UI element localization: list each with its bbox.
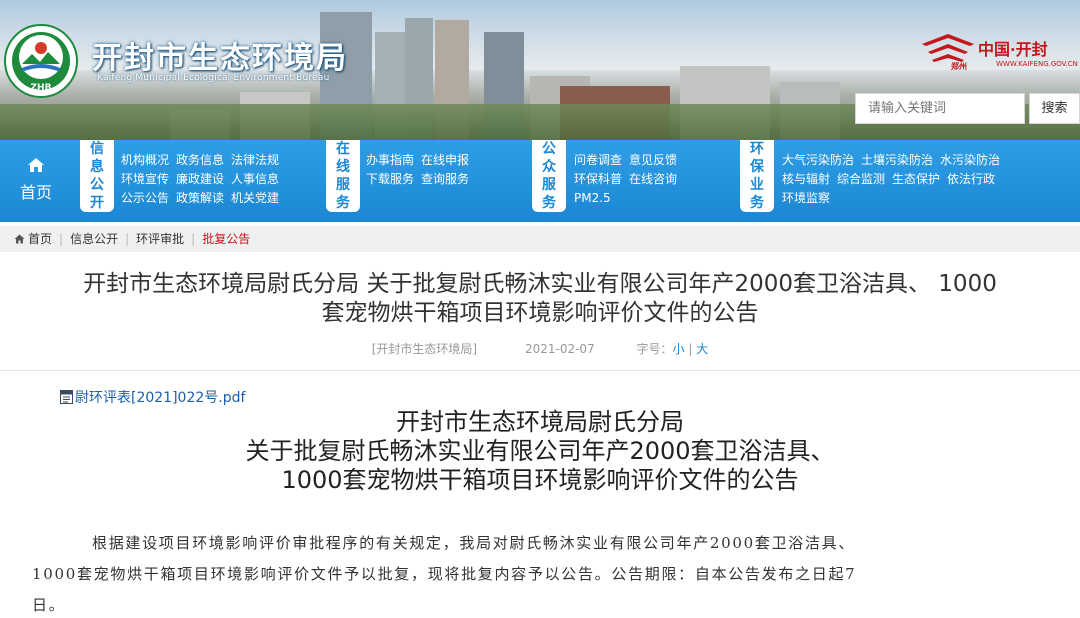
nav-link[interactable]: PM2.5 [574,191,611,205]
nav-tag-char: 信 [90,141,104,157]
nav-tag-char: 公 [90,177,104,193]
document-title-line: 关于批复尉氏畅沐实业有限公司年产2000套卫浴洁具、 [245,437,835,465]
nav-tag-info-disclosure[interactable]: 信 息 公 开 [80,140,114,212]
font-size-separator: | [684,342,697,356]
nav-tag-online-service[interactable]: 在 线 服 务 [326,140,360,212]
page-title: 开封市生态环境局尉氏分局 关于批复尉氏畅沐实业有限公司年产2000套卫浴洁具、 … [10,270,1070,328]
nav-home-label: 首页 [19,183,52,202]
nav-tag-char: 在 [336,141,350,157]
nav-link[interactable]: 公示公告 [121,191,169,205]
home-icon [28,158,44,172]
site-subtitle: Kaifeng Municipal Ecological Environment… [97,73,330,83]
nav-link[interactable]: 综合监测 [837,172,885,186]
nav-tag-char: 开 [90,195,104,211]
font-large-button[interactable]: 大 [696,342,708,356]
nav-tag-char: 务 [542,195,556,211]
nav-tag-char: 务 [750,195,764,211]
nav-link[interactable]: 机关党建 [231,191,279,205]
nav-link[interactable]: 土壤污染防治 [861,153,933,167]
nav-home[interactable]: 首页 [0,140,72,222]
site-title[interactable]: 开封市生态环境局 [92,33,348,77]
nav-link[interactable]: 环境宣传 [121,172,169,186]
article-meta: [开封市生态环境局] 2021-02-07 字号：小 | 大 [0,340,1080,357]
nav-link[interactable]: 在线咨询 [629,172,677,186]
body-line: 根据建设项目环境影响评价审批程序的有关规定，我局对尉氏畅沐实业有限公司年产200… [32,528,1062,559]
nav-link[interactable]: 下载服务 [366,172,414,186]
article-date: 2021-02-07 [524,342,595,356]
nav-link[interactable]: 生态保护 [892,172,940,186]
article-header: 开封市生态环境局尉氏分局 关于批复尉氏畅沐实业有限公司年产2000套卫浴洁具、 … [0,252,1080,370]
breadcrumb-home[interactable]: 首页 [28,232,52,246]
bureau-logo: ZHB [4,24,78,98]
body-line: 1000套宠物烘干箱项目环境影响评价文件予以批复，现将批复内容予以公告。公告期限… [32,565,857,583]
nav-links-online-service: 办事指南 在线申报 下载服务 查询服务 [366,151,476,189]
search-input[interactable]: 请输入关键词 [855,93,1025,124]
nav-link[interactable]: 办事指南 [366,153,414,167]
attachment-filename: 尉环评表[2021]022号.pdf [75,390,246,406]
document-title-line: 1000套宠物烘干箱项目环境影响评价文件的公告 [281,466,799,494]
body-text: 根据建设项目环境影响评价审批程序的有关规定，我局对尉氏畅沐实业有限公司年产200… [92,534,856,552]
divider [0,370,1080,371]
nav-link[interactable]: 法律法规 [231,153,279,167]
body-line: 日。 [32,596,66,614]
nav-tag-env-business[interactable]: 环 保 业 务 [740,140,774,212]
city-logo-mark: 郑州 [951,62,967,71]
nav-tag-char: 服 [542,177,556,193]
breadcrumb-eia-approval[interactable]: 环评审批 [136,232,184,246]
nav-links-env-business: 大气污染防治 土壤污染防治 水污染防治 核与辐射 综合监测 生态保护 依法行政 环境监察 [782,151,1007,208]
nav-tag-char: 务 [336,195,350,211]
nav-links-public-service: 问卷调查 意见反馈 环保科普 在线咨询 PM2.5 [574,151,684,208]
document-title-line: 开封市生态环境局尉氏分局 [396,408,684,436]
font-size-label: 字号： [636,342,673,356]
breadcrumb-separator: | [125,232,130,246]
main-nav: 首页 信 息 公 开 机构概况 政务信息 法律法规 环境宣传 廉政建设 人事信息 公示公… [0,140,1080,222]
logo-text: ZHB [31,83,52,93]
search-button[interactable]: 搜索 [1029,93,1080,124]
nav-tag-char: 众 [542,159,556,175]
header-banner: ZHB 开封市生态环境局 Kaifeng Municipal Ecologica… [0,0,1080,140]
nav-tag-char: 服 [336,177,350,193]
font-small-button[interactable]: 小 [673,342,685,356]
pdf-icon [60,390,73,404]
page-title-line: 开封市生态环境局尉氏分局 关于批复尉氏畅沐实业有限公司年产2000套卫浴洁具、 … [83,271,997,297]
nav-link[interactable]: 机构概况 [121,153,169,167]
nav-link[interactable]: 环境监察 [782,191,830,205]
home-icon [14,234,25,244]
document-title: 开封市生态环境局尉氏分局 关于批复尉氏畅沐实业有限公司年产2000套卫浴洁具、 … [0,408,1080,495]
nav-link[interactable]: 人事信息 [231,172,279,186]
breadcrumb: 首页 | 信息公开 | 环评审批 | 批复公告 [0,226,1080,252]
nav-link[interactable]: 政策解读 [176,191,224,205]
nav-link[interactable]: 在线申报 [421,153,469,167]
nav-link[interactable]: 环保科普 [574,172,622,186]
city-logo-url: WWW.KAIFENG.GOV.CN [996,60,1078,68]
nav-link[interactable]: 廉政建设 [176,172,224,186]
nav-tag-public-service[interactable]: 公 众 服 务 [532,140,566,212]
article-source: [开封市生态环境局] [371,342,478,356]
nav-link[interactable]: 政务信息 [176,153,224,167]
breadcrumb-info-disclosure[interactable]: 信息公开 [70,232,118,246]
nav-link[interactable]: 核与辐射 [782,172,830,186]
page-title-line: 套宠物烘干箱项目环境影响评价文件的公告 [321,300,759,326]
nav-tag-char: 业 [750,177,764,193]
nav-link[interactable]: 大气污染防治 [782,153,854,167]
article-body: 根据建设项目环境影响评价审批程序的有关规定，我局对尉氏畅沐实业有限公司年产200… [32,528,1062,618]
nav-link[interactable]: 意见反馈 [629,153,677,167]
nav-tag-char: 公 [542,141,556,157]
nav-link[interactable]: 问卷调查 [574,153,622,167]
nav-tag-char: 息 [90,159,104,175]
nav-link[interactable]: 水污染防治 [940,153,1000,167]
breadcrumb-current[interactable]: 批复公告 [202,232,250,246]
breadcrumb-separator: | [191,232,196,246]
nav-tag-char: 环 [750,141,764,157]
city-logo-name: 中国·开封 [978,40,1048,59]
nav-links-info-disclosure: 机构概况 政务信息 法律法规 环境宣传 廉政建设 人事信息 公示公告 政策解读 机关党建 [121,151,286,208]
breadcrumb-separator: | [59,232,64,246]
attachment-link[interactable]: 尉环评表[2021]022号.pdf [60,387,245,407]
nav-link[interactable]: 依法行政 [947,172,995,186]
nav-tag-char: 保 [750,159,764,175]
nav-tag-char: 线 [336,159,350,175]
nav-link[interactable]: 查询服务 [421,172,469,186]
